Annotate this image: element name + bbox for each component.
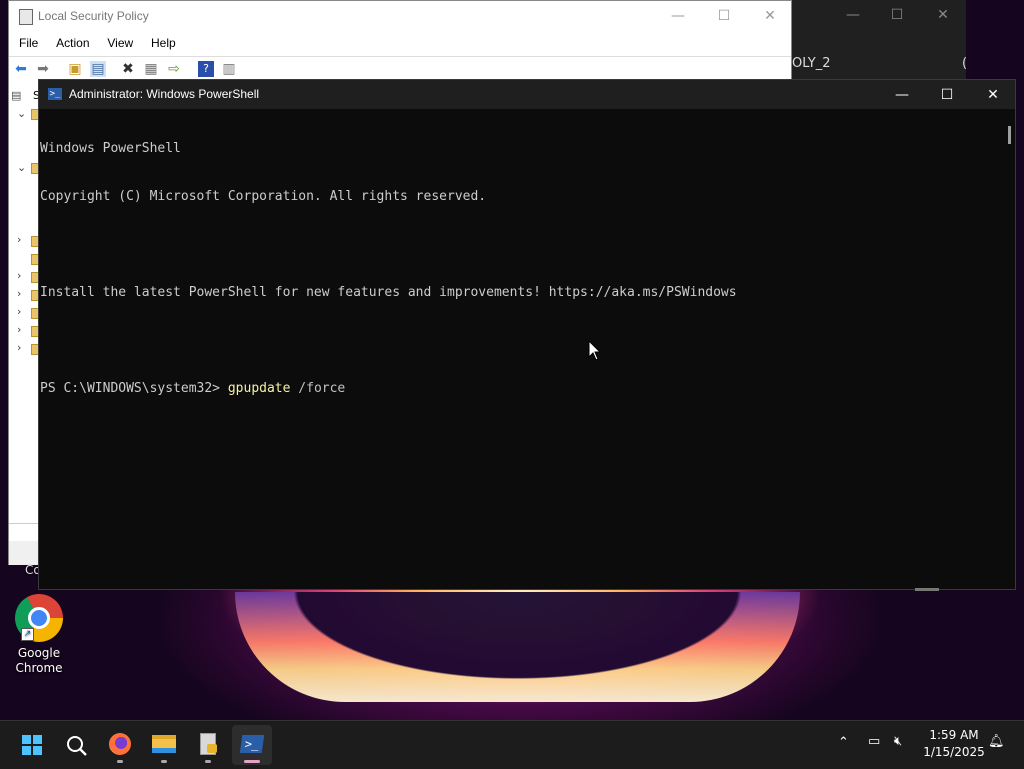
horizontal-scrollbar-thumb[interactable]: [915, 588, 939, 591]
help-icon[interactable]: ?: [198, 61, 214, 77]
running-indicator: [244, 760, 260, 763]
chevron-right-icon[interactable]: ›: [17, 233, 21, 246]
console-line: Copyright (C) Microsoft Corporation. All…: [40, 189, 487, 204]
show-hide-tree-icon[interactable]: ▤: [90, 61, 106, 77]
menu-bar: File Action View Help: [9, 33, 791, 55]
chevron-right-icon[interactable]: ›: [17, 341, 21, 354]
taskbar-firefox[interactable]: [100, 725, 140, 765]
desktop-icon-label: Chrome: [15, 661, 63, 675]
background-window-text: (: [962, 56, 968, 71]
menu-action[interactable]: Action: [56, 33, 89, 53]
close-icon[interactable]: ✕: [747, 1, 793, 31]
tree-root-icon: ▤: [11, 89, 22, 102]
chevron-right-icon[interactable]: ›: [17, 305, 21, 318]
title-bar[interactable]: >_ Administrator: Windows PowerShell — ☐…: [39, 80, 1015, 109]
vertical-scrollbar-thumb[interactable]: [1008, 126, 1011, 144]
chevron-right-icon[interactable]: ›: [17, 287, 21, 300]
powershell-window[interactable]: >_ Administrator: Windows PowerShell — ☐…: [38, 79, 1016, 591]
firefox-icon: [109, 733, 131, 755]
console-line: Install the latest PowerShell for new fe…: [40, 285, 737, 300]
chevron-down-icon[interactable]: ⌄: [17, 107, 26, 120]
action-pane-icon[interactable]: ▥: [221, 61, 237, 77]
back-arrow-icon[interactable]: ⬅: [13, 61, 29, 77]
powershell-icon: >_: [239, 735, 265, 753]
start-button[interactable]: [12, 725, 52, 765]
wallpaper-bloom: [235, 592, 800, 702]
properties-icon[interactable]: ▦: [143, 61, 159, 77]
minimize-icon[interactable]: —: [879, 80, 925, 110]
title-bar[interactable]: Local Security Policy — ☐ ✕: [9, 1, 791, 33]
export-list-icon[interactable]: ⇨: [166, 61, 182, 77]
window-title: Administrator: Windows PowerShell: [69, 87, 260, 101]
shortcut-arrow-icon: ↗: [21, 628, 34, 641]
close-icon[interactable]: ✕: [970, 80, 1016, 110]
taskbar: >_ ⌃ ▭ 🔇︎ 1:59 AM 1/15/2025 🔔︎: [0, 720, 1024, 769]
console-line: Windows PowerShell: [40, 141, 181, 156]
file-explorer-icon: [152, 735, 176, 753]
security-policy-icon: [200, 733, 217, 755]
chevron-down-icon[interactable]: ⌄: [17, 161, 26, 174]
search-icon: [67, 736, 87, 756]
delete-icon[interactable]: ✖: [120, 61, 136, 77]
window-title: Local Security Policy: [38, 9, 149, 23]
running-indicator: [205, 760, 211, 763]
running-indicator: [117, 760, 123, 763]
maximize-icon[interactable]: ☐: [874, 0, 920, 30]
maximize-icon[interactable]: ☐: [701, 1, 747, 31]
desktop-icon-label: Google: [17, 646, 61, 660]
chevron-right-icon[interactable]: ›: [17, 323, 21, 336]
maximize-icon[interactable]: ☐: [924, 80, 970, 110]
horizontal-scrollbar[interactable]: [9, 523, 39, 534]
clock-time: 1:59 AM: [929, 728, 979, 742]
menu-help[interactable]: Help: [151, 33, 176, 53]
command-text: gpupdate: [227, 381, 291, 396]
start-icon: [22, 735, 42, 755]
running-indicator: [161, 760, 167, 763]
console-tree[interactable]: ▤ S ⌄ ⌄ › › › › › ›: [9, 83, 43, 533]
minimize-icon[interactable]: —: [655, 1, 701, 31]
chrome-icon: ↗: [15, 594, 63, 642]
security-policy-icon: [19, 9, 33, 25]
chevron-right-icon[interactable]: ›: [17, 269, 21, 282]
minimize-icon[interactable]: —: [830, 0, 876, 30]
powershell-icon: >_: [48, 88, 62, 100]
menu-file[interactable]: File: [19, 33, 38, 53]
taskbar-local-security-policy[interactable]: [188, 725, 228, 765]
console-output[interactable]: Windows PowerShell Copyright (C) Microso…: [39, 109, 1000, 589]
chevron-up-icon[interactable]: ⌃: [838, 735, 849, 750]
menu-view[interactable]: View: [107, 33, 133, 53]
prompt: PS C:\WINDOWS\system32>: [40, 381, 228, 396]
status-bar: [9, 541, 39, 565]
taskbar-file-explorer[interactable]: [144, 725, 184, 765]
volume-muted-icon[interactable]: 🔇︎: [894, 734, 902, 749]
up-folder-icon[interactable]: ▣: [67, 61, 83, 77]
prompt-line[interactable]: PS C:\WINDOWS\system32> gpupdate /force: [40, 381, 1000, 397]
toolbar: ⬅ ➡ ▣ ▤ ✖ ▦ ⇨ ? ▥: [9, 56, 791, 81]
taskbar-powershell[interactable]: >_: [232, 725, 272, 765]
clock-date: 1/15/2025: [923, 745, 985, 759]
forward-arrow-icon[interactable]: ➡: [35, 61, 51, 77]
search-button[interactable]: [56, 725, 96, 765]
background-window[interactable]: — ☐ ✕ OLY_2 (: [792, 0, 968, 80]
system-clock[interactable]: 1:59 AM 1/15/2025: [918, 727, 990, 761]
close-icon[interactable]: ✕: [920, 0, 966, 30]
command-args: /force: [290, 381, 346, 396]
network-icon[interactable]: ▭: [868, 734, 880, 749]
desktop-icon-google-chrome[interactable]: ↗ Google Chrome: [8, 594, 70, 676]
notification-bell-icon[interactable]: 🔔︎: [988, 734, 1005, 749]
background-window-title: OLY_2: [792, 56, 831, 71]
